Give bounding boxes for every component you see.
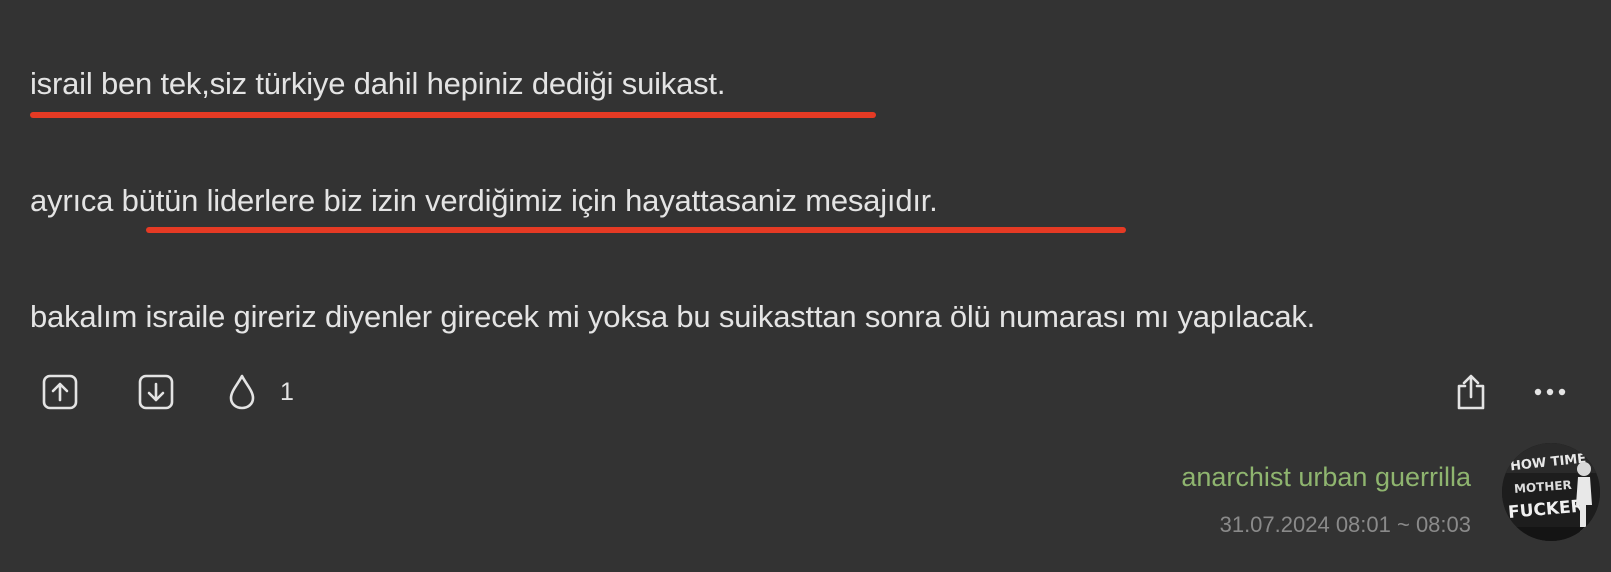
avatar[interactable]: HOW TIME MOTHER FUCKER — [1502, 443, 1600, 541]
highlight-underline-1 — [30, 112, 876, 118]
entry-card: israil ben tek,siz türkiye dahil hepiniz… — [0, 0, 1611, 572]
share-button[interactable] — [1451, 372, 1491, 412]
favorite-button[interactable] — [222, 372, 262, 412]
share-icon — [1457, 374, 1485, 410]
entry-paragraph-3: bakalım israile gireriz diyenler girecek… — [30, 299, 1316, 334]
drop-icon — [229, 374, 255, 410]
more-options-button[interactable] — [1530, 372, 1570, 412]
upvote-icon — [42, 374, 78, 410]
upvote-button[interactable] — [40, 372, 80, 412]
author-name-link[interactable]: anarchist urban guerrilla — [1181, 459, 1471, 495]
avatar-image: HOW TIME MOTHER FUCKER — [1502, 443, 1600, 541]
highlight-underline-2 — [146, 227, 1126, 233]
favorite-count[interactable]: 1 — [280, 375, 294, 409]
downvote-icon — [138, 374, 174, 410]
more-icon — [1534, 388, 1566, 396]
entry-paragraph-2: ayrıca bütün liderlere biz izin verdiğim… — [30, 183, 938, 218]
entry-paragraph-1: israil ben tek,siz türkiye dahil hepiniz… — [30, 66, 726, 101]
entry-timestamp-link[interactable]: 31.07.2024 08:01 ~ 08:03 — [1220, 510, 1471, 540]
downvote-button[interactable] — [136, 372, 176, 412]
